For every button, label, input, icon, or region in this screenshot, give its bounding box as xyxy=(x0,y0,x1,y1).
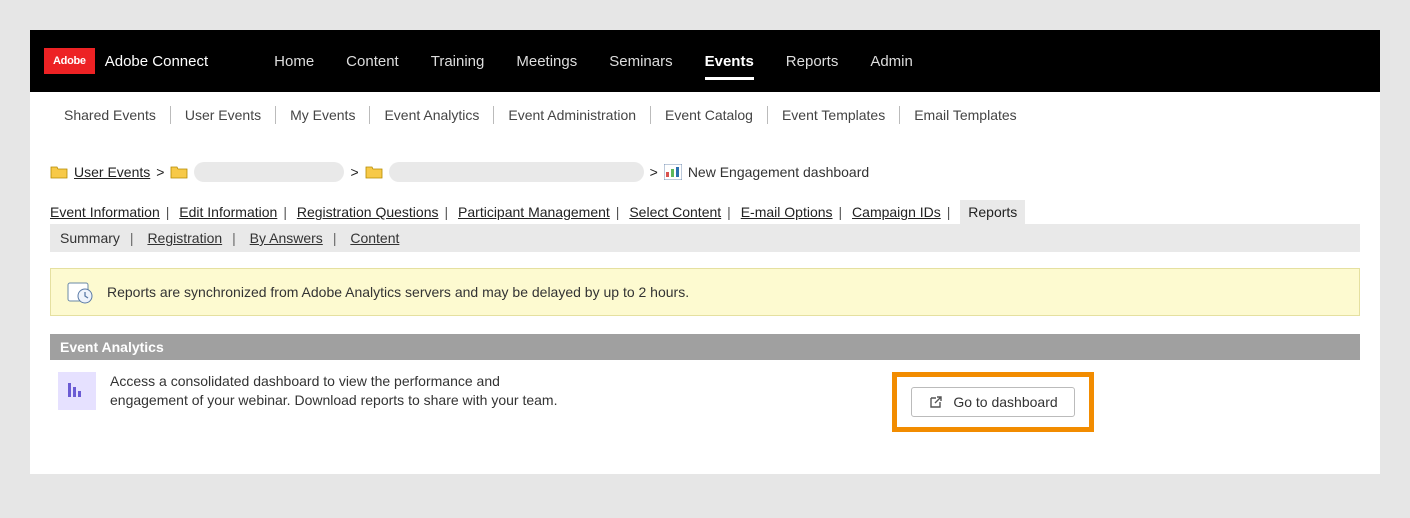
subtab-by-answers[interactable]: By Answers xyxy=(250,230,323,246)
nav-events[interactable]: Events xyxy=(689,33,770,90)
subtab-summary[interactable]: Summary xyxy=(60,230,120,246)
tab-event-information[interactable]: Event Information xyxy=(50,204,160,220)
breadcrumb-sep: > xyxy=(650,164,658,180)
nav-seminars[interactable]: Seminars xyxy=(593,33,688,90)
subnav-event-analytics[interactable]: Event Analytics xyxy=(370,107,493,123)
subtabs: Summary| Registration| By Answers| Conte… xyxy=(50,224,1360,252)
subnav-event-administration[interactable]: Event Administration xyxy=(494,107,650,123)
nav-home[interactable]: Home xyxy=(258,33,330,90)
highlight-box: Go to dashboard xyxy=(892,372,1093,432)
nav-admin[interactable]: Admin xyxy=(854,33,929,90)
tab-reports[interactable]: Reports xyxy=(960,200,1025,224)
breadcrumb-user-events[interactable]: User Events xyxy=(74,164,150,180)
go-to-dashboard-label: Go to dashboard xyxy=(953,394,1057,410)
topbar: Adobe Adobe Connect Home Content Trainin… xyxy=(30,30,1380,92)
breadcrumb-redacted-2[interactable] xyxy=(389,162,644,182)
subnav-my-events[interactable]: My Events xyxy=(276,107,369,123)
folder-icon xyxy=(50,164,68,180)
analytics-description: Access a consolidated dashboard to view … xyxy=(110,372,580,410)
subnav-event-catalog[interactable]: Event Catalog xyxy=(651,107,767,123)
subtab-registration[interactable]: Registration xyxy=(147,230,222,246)
tab-select-content[interactable]: Select Content xyxy=(629,204,721,220)
breadcrumb-current: New Engagement dashboard xyxy=(688,164,869,180)
analytics-icon xyxy=(58,372,96,410)
external-link-icon xyxy=(928,395,943,410)
tab-registration-questions[interactable]: Registration Questions xyxy=(297,204,439,220)
chart-icon xyxy=(664,164,682,180)
nav-meetings[interactable]: Meetings xyxy=(500,33,593,90)
analytics-section-header: Event Analytics xyxy=(50,334,1360,360)
tab-participant-management[interactable]: Participant Management xyxy=(458,204,610,220)
breadcrumb-sep: > xyxy=(156,164,164,180)
folder-icon xyxy=(365,164,383,180)
breadcrumb-sep: > xyxy=(350,164,358,180)
product-name: Adobe Connect xyxy=(105,53,208,70)
subnav-user-events[interactable]: User Events xyxy=(171,107,275,123)
nav-content[interactable]: Content xyxy=(330,33,415,90)
analytics-section-body: Access a consolidated dashboard to view … xyxy=(50,360,1360,444)
nav-training[interactable]: Training xyxy=(415,33,501,90)
breadcrumb-redacted-1[interactable] xyxy=(194,162,344,182)
content-area: User Events > > > New Engagement dashboa… xyxy=(30,138,1380,474)
tabs: Event Information| Edit Information| Reg… xyxy=(50,200,1360,224)
folder-icon xyxy=(170,164,188,180)
notice-text: Reports are synchronized from Adobe Anal… xyxy=(107,284,689,300)
clock-icon xyxy=(67,279,93,305)
tab-email-options[interactable]: E-mail Options xyxy=(741,204,833,220)
subnav-shared-events[interactable]: Shared Events xyxy=(50,107,170,123)
subnav-email-templates[interactable]: Email Templates xyxy=(900,107,1030,123)
subnav: Shared Events User Events My Events Even… xyxy=(30,92,1380,138)
sync-notice: Reports are synchronized from Adobe Anal… xyxy=(50,268,1360,316)
breadcrumb: User Events > > > New Engagement dashboa… xyxy=(50,148,1360,200)
subnav-event-templates[interactable]: Event Templates xyxy=(768,107,899,123)
tab-edit-information[interactable]: Edit Information xyxy=(179,204,277,220)
adobe-logo: Adobe xyxy=(44,48,95,74)
subtab-content[interactable]: Content xyxy=(350,230,399,246)
go-to-dashboard-button[interactable]: Go to dashboard xyxy=(911,387,1074,417)
app-frame: Adobe Adobe Connect Home Content Trainin… xyxy=(30,30,1380,474)
tab-campaign-ids[interactable]: Campaign IDs xyxy=(852,204,941,220)
nav: Home Content Training Meetings Seminars … xyxy=(258,33,929,90)
nav-reports[interactable]: Reports xyxy=(770,33,855,90)
